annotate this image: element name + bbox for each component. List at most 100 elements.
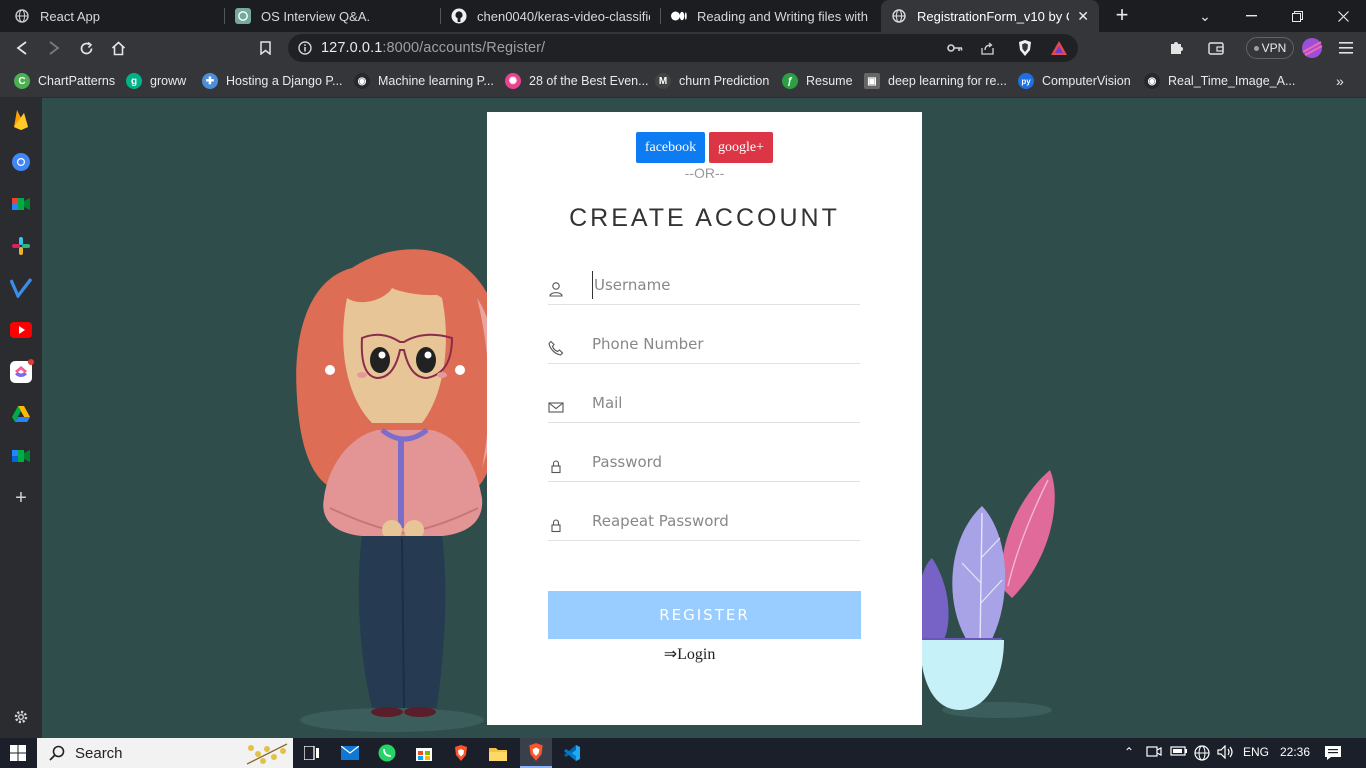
vscode-icon[interactable] bbox=[562, 743, 582, 763]
bookmark-real-time-image[interactable]: ◉ Real_Time_Image_A... bbox=[1144, 72, 1295, 90]
menu-icon[interactable] bbox=[1334, 36, 1358, 60]
lock-icon bbox=[551, 460, 561, 474]
bookmark-best-events[interactable]: ✺ 28 of the Best Even... bbox=[505, 72, 649, 90]
repeat-password-field bbox=[548, 501, 860, 541]
restore-icon[interactable] bbox=[1274, 0, 1320, 32]
url-path: :8000/accounts/Register/ bbox=[382, 40, 546, 56]
minimize-icon[interactable] bbox=[1228, 0, 1274, 32]
vscode-dev-icon[interactable] bbox=[10, 277, 32, 299]
bookmark-deep-learning[interactable]: ▣ deep learning for re... bbox=[864, 72, 1007, 90]
wallet-icon[interactable] bbox=[1204, 36, 1228, 60]
tab-keras-video-classifier[interactable]: chen0040/keras-video-classifier: K bbox=[441, 0, 660, 32]
bookmark-computervision[interactable]: py ComputerVision bbox=[1018, 72, 1131, 90]
bookmark-chartpatterns[interactable]: C ChartPatterns bbox=[14, 72, 115, 90]
repeat-password-input[interactable] bbox=[592, 507, 852, 535]
brave-rewards-icon[interactable] bbox=[1050, 39, 1068, 57]
whatsapp-icon[interactable] bbox=[377, 743, 397, 763]
profile-avatar[interactable] bbox=[1300, 36, 1324, 60]
facebook-login-button[interactable]: facebook bbox=[636, 132, 705, 163]
back-icon[interactable] bbox=[10, 36, 34, 60]
youtube-icon[interactable] bbox=[10, 319, 32, 341]
phone-icon bbox=[548, 340, 564, 356]
settings-gear-icon[interactable] bbox=[10, 706, 32, 728]
tab-os-interview[interactable]: OS Interview Q&A. bbox=[225, 0, 440, 32]
close-window-icon[interactable] bbox=[1320, 0, 1366, 32]
url-text[interactable]: 127.0.0.1:8000/accounts/Register/ bbox=[321, 40, 545, 56]
tab-close-icon[interactable]: ✕ bbox=[1077, 8, 1089, 25]
vpn-label: VPN bbox=[1261, 41, 1287, 55]
share-icon[interactable] bbox=[978, 39, 996, 57]
browser-toolbar: 127.0.0.1:8000/accounts/Register/ VPN bbox=[0, 32, 1366, 64]
network-globe-icon[interactable] bbox=[1194, 745, 1210, 764]
tab-registration-form[interactable]: RegistrationForm_v10 by Colo ✕ bbox=[881, 0, 1099, 32]
chrome-icon[interactable] bbox=[10, 151, 32, 173]
tab-reading-writing-files[interactable]: Reading and Writing files with Goo bbox=[661, 0, 880, 32]
user-icon bbox=[549, 282, 563, 297]
brave-active-window-icon[interactable] bbox=[520, 738, 552, 768]
mail-app-icon[interactable] bbox=[340, 743, 360, 763]
password-field bbox=[548, 442, 860, 482]
password-input[interactable] bbox=[592, 448, 852, 476]
register-button[interactable]: REGISTER bbox=[548, 591, 861, 639]
python-icon: ✚ bbox=[202, 73, 218, 89]
brave-shield-icon[interactable] bbox=[1016, 39, 1034, 57]
site-info-icon[interactable] bbox=[296, 39, 314, 57]
key-icon[interactable] bbox=[946, 39, 964, 57]
vpn-button[interactable]: VPN bbox=[1246, 37, 1294, 59]
google-meet-icon[interactable] bbox=[10, 193, 32, 215]
clickup-icon[interactable] bbox=[10, 359, 34, 383]
plant-illustration bbox=[917, 470, 1055, 718]
search-icon bbox=[49, 745, 65, 761]
clock-time[interactable]: 22:36 bbox=[1280, 745, 1310, 759]
new-tab-button[interactable]: + bbox=[1110, 4, 1134, 28]
add-sidebar-item-icon[interactable]: + bbox=[10, 487, 32, 509]
reload-icon[interactable] bbox=[74, 36, 98, 60]
pyimagesearch-icon: py bbox=[1018, 73, 1034, 89]
tray-overflow-chevron-icon[interactable]: ⌃ bbox=[1124, 745, 1134, 759]
windows-start-icon[interactable] bbox=[8, 743, 28, 763]
microsoft-store-icon[interactable] bbox=[414, 743, 434, 763]
slack-icon[interactable] bbox=[10, 235, 32, 257]
language-indicator[interactable]: ENG bbox=[1243, 745, 1269, 759]
home-icon[interactable] bbox=[106, 36, 130, 60]
bookmark-label: deep learning for re... bbox=[888, 74, 1007, 88]
forward-icon[interactable] bbox=[42, 36, 66, 60]
zoom-meet-icon[interactable] bbox=[10, 445, 32, 467]
google-login-button[interactable]: google+ bbox=[709, 132, 773, 163]
medium-icon: M bbox=[655, 73, 671, 89]
more-bookmarks-icon[interactable]: » bbox=[1336, 72, 1344, 90]
bookmark-resume[interactable]: ƒ Resume bbox=[782, 72, 853, 90]
battery-icon[interactable] bbox=[1170, 745, 1188, 760]
url-host: 127.0.0.1 bbox=[321, 40, 383, 56]
bookmark-churn-prediction[interactable]: Mchurn Prediction bbox=[655, 72, 769, 90]
firebase-icon[interactable] bbox=[10, 109, 32, 131]
google-drive-icon[interactable] bbox=[10, 403, 32, 425]
bookmark-label: ComputerVision bbox=[1042, 74, 1131, 88]
mail-input[interactable] bbox=[592, 389, 852, 417]
notifications-icon[interactable] bbox=[1324, 745, 1342, 764]
taskbar-search[interactable]: Search bbox=[37, 738, 293, 768]
address-bar[interactable]: 127.0.0.1:8000/accounts/Register/ bbox=[288, 34, 1078, 62]
task-view-icon[interactable] bbox=[302, 743, 322, 763]
brave-browser-icon[interactable] bbox=[451, 743, 471, 763]
github-icon: ◉ bbox=[354, 73, 370, 89]
bookmark-machine-learning[interactable]: ◉ Machine learning P... bbox=[354, 72, 494, 90]
meet-now-icon[interactable] bbox=[1146, 745, 1162, 762]
tab-search-chevron-icon[interactable]: ⌄ bbox=[1182, 0, 1228, 32]
login-link[interactable]: ⇒Login bbox=[487, 644, 922, 664]
github-icon: ◉ bbox=[1144, 73, 1160, 89]
bookmark-label: 28 of the Best Even... bbox=[529, 74, 649, 88]
globe-icon bbox=[891, 8, 907, 24]
bookmark-icon[interactable] bbox=[253, 36, 277, 60]
extensions-icon[interactable] bbox=[1164, 36, 1188, 60]
tab-title: OS Interview Q&A. bbox=[261, 8, 371, 24]
volume-icon[interactable] bbox=[1217, 744, 1235, 762]
phone-input[interactable] bbox=[592, 330, 852, 358]
tab-react-app[interactable]: React App bbox=[4, 0, 224, 32]
username-input[interactable] bbox=[592, 271, 852, 299]
bookmark-groww[interactable]: g groww bbox=[126, 72, 186, 90]
file-explorer-icon[interactable] bbox=[488, 743, 508, 763]
bookmark-hosting-django[interactable]: ✚ Hosting a Django P... bbox=[202, 72, 343, 90]
bookmark-label: Real_Time_Image_A... bbox=[1168, 74, 1296, 88]
or-separator: --OR-- bbox=[684, 165, 725, 181]
